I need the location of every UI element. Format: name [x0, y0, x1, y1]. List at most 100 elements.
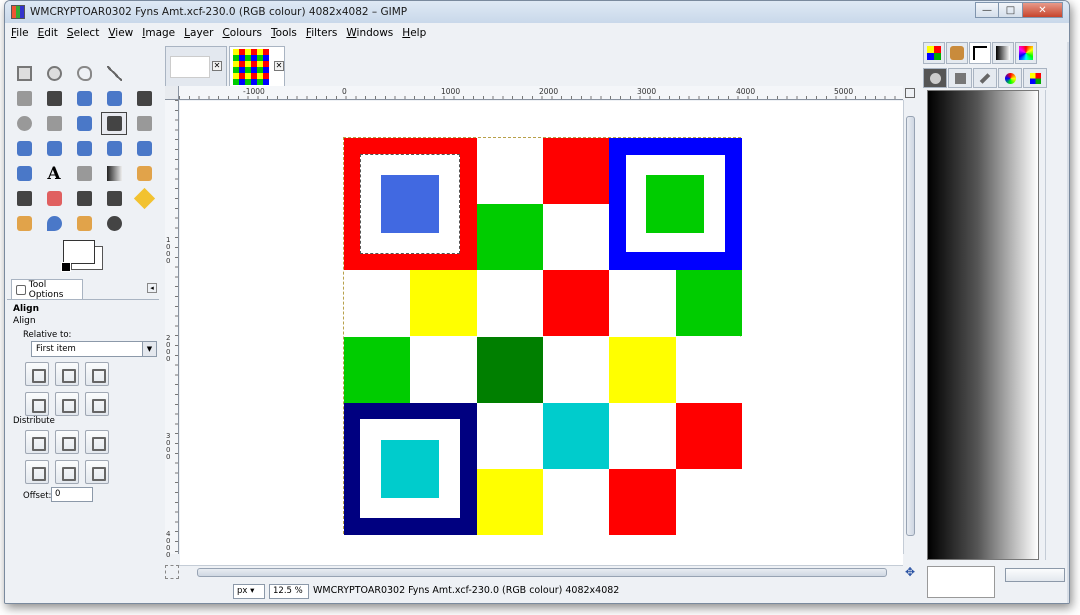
heal-tool[interactable] [131, 187, 157, 210]
shear-tool[interactable] [71, 137, 97, 160]
close-tab-icon[interactable]: ✕ [212, 61, 222, 71]
select-by-color-tool[interactable] [11, 87, 37, 110]
offset-input[interactable]: 0 [51, 487, 93, 502]
vertical-scrollbar[interactable] [903, 100, 917, 554]
align-tool[interactable] [101, 112, 127, 135]
blend-tool[interactable] [101, 162, 127, 185]
horizontal-scroll-thumb[interactable] [197, 568, 887, 577]
color-swatches[interactable] [61, 238, 111, 274]
vertical-scroll-thumb[interactable] [906, 116, 915, 536]
rotate-tool[interactable] [11, 137, 37, 160]
tab-brushes[interactable] [946, 42, 968, 64]
tab-brush[interactable] [973, 68, 997, 88]
eraser-tool[interactable] [41, 187, 67, 210]
menu-image[interactable]: Image [142, 27, 175, 39]
image-tab-blank[interactable]: ✕ [165, 46, 227, 86]
menu-tools[interactable]: Tools [271, 27, 297, 39]
rect-select-tool[interactable] [11, 62, 37, 85]
distribute-bottom-button[interactable] [85, 460, 109, 484]
foreground-select-icon [76, 91, 92, 106]
close-tab-icon[interactable]: ✕ [274, 61, 284, 71]
distribute-center-vertical-button[interactable] [55, 460, 79, 484]
menu-help[interactable]: Help [402, 27, 426, 39]
image-viewport[interactable] [180, 101, 903, 565]
blur-tool[interactable] [41, 212, 67, 235]
image-tab-active[interactable]: ✕ [229, 46, 285, 86]
crop-tool[interactable] [131, 112, 157, 135]
menu-file[interactable]: File [11, 27, 29, 39]
align-center-horizontal-button[interactable] [55, 362, 79, 386]
tab-gimp-wilber[interactable] [923, 68, 947, 88]
horizontal-ruler[interactable]: -1000 0 1000 2000 3000 4000 5000 [179, 86, 903, 100]
tab-tool-presets[interactable] [969, 42, 991, 64]
airbrush-tool[interactable] [71, 187, 97, 210]
move-tool[interactable] [71, 112, 97, 135]
text-tool[interactable]: A [41, 162, 67, 185]
distribute-top-button[interactable] [25, 460, 49, 484]
clone-tool[interactable] [11, 212, 37, 235]
dodge-tool[interactable] [101, 212, 127, 235]
perspective-tool[interactable] [101, 137, 127, 160]
default-colors-icon[interactable] [61, 262, 71, 272]
menu-colours[interactable]: Colours [222, 27, 262, 39]
ink-tool[interactable] [101, 187, 127, 210]
zoom-select[interactable]: 12.5 % [269, 584, 309, 599]
navigate-corner-icon[interactable] [905, 88, 915, 98]
menu-windows[interactable]: Windows [346, 27, 393, 39]
vertical-ruler[interactable]: 1000 2000 3000 4000 [165, 100, 179, 559]
color-picker-tool[interactable] [131, 87, 157, 110]
measure-tool[interactable] [41, 112, 67, 135]
align-left-edge-button[interactable] [25, 362, 49, 386]
scale-tool[interactable] [41, 137, 67, 160]
menu-select[interactable]: Select [67, 27, 99, 39]
menu-edit[interactable]: Edit [38, 27, 58, 39]
distribute-right-button[interactable] [85, 430, 109, 454]
tool-options-icon [16, 284, 26, 295]
ellipse-select-tool[interactable] [41, 62, 67, 85]
menu-view[interactable]: View [108, 27, 133, 39]
distribute-left-button[interactable] [25, 430, 49, 454]
distribute-center-horizontal-button[interactable] [55, 430, 79, 454]
relative-to-select[interactable]: First item ▼ [31, 341, 157, 357]
panel-menu-icon[interactable]: ◂ [147, 283, 157, 293]
tab-gradients[interactable] [992, 42, 1014, 64]
pattern-tile [476, 138, 544, 205]
maximize-button[interactable]: □ [999, 2, 1023, 18]
close-button[interactable]: ✕ [1023, 2, 1063, 18]
free-select-tool[interactable] [71, 62, 97, 85]
align-top-edge-button[interactable] [25, 392, 49, 416]
menu-filters[interactable]: Filters [306, 27, 337, 39]
image-canvas[interactable] [343, 137, 743, 535]
scissors-tool[interactable] [41, 87, 67, 110]
edit-gradient-button[interactable] [1005, 568, 1065, 582]
zoom-tool[interactable] [11, 112, 37, 135]
tab-patterns[interactable] [923, 42, 945, 64]
cage-transform-tool[interactable] [11, 162, 37, 185]
foreground-color[interactable] [63, 240, 95, 264]
pattern-tile [609, 402, 676, 469]
minimize-button[interactable]: — [975, 2, 999, 18]
foreground-select-tool[interactable] [71, 87, 97, 110]
flip-tool[interactable] [131, 137, 157, 160]
paths-tool[interactable] [101, 87, 127, 110]
navigate-icon[interactable]: ✥ [903, 565, 917, 579]
horizontal-scrollbar[interactable] [179, 565, 903, 579]
align-center-vertical-button[interactable] [55, 392, 79, 416]
pencil-tool[interactable] [131, 162, 157, 185]
align-bottom-edge-button[interactable] [85, 392, 109, 416]
quick-mask-toggle[interactable] [165, 565, 179, 579]
gradient-preview[interactable] [927, 90, 1039, 560]
fuzzy-select-tool[interactable] [101, 62, 127, 85]
bucket-fill-tool[interactable] [71, 162, 97, 185]
smudge-tool[interactable] [71, 212, 97, 235]
tab-palettes[interactable] [1015, 42, 1037, 64]
unit-select[interactable]: px ▾ [233, 584, 265, 599]
paintbrush-tool[interactable] [11, 187, 37, 210]
tab-stamp[interactable] [948, 68, 972, 88]
tab-tool-options[interactable]: Tool Options [11, 279, 83, 300]
menu-layer[interactable]: Layer [184, 27, 213, 39]
palette-small-icon [1029, 72, 1041, 84]
tab-palette-small[interactable] [1023, 68, 1047, 88]
align-right-edge-button[interactable] [85, 362, 109, 386]
tab-colors[interactable] [998, 68, 1022, 88]
